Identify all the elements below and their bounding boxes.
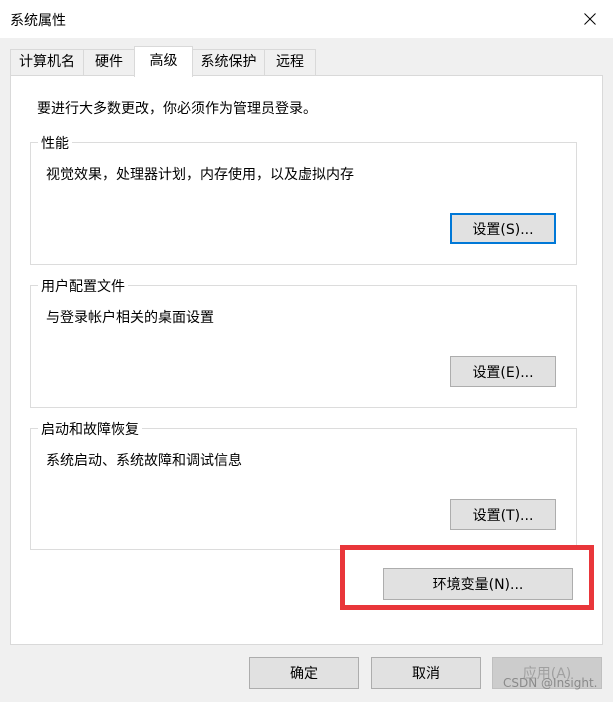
user-profiles-group-title: 用户配置文件 <box>38 276 128 296</box>
tab-computer-name[interactable]: 计算机名 <box>10 49 84 75</box>
startup-recovery-settings-button[interactable]: 设置(T)... <box>450 499 556 530</box>
highlight-annotation <box>340 545 594 610</box>
window-title: 系统属性 <box>10 13 66 29</box>
close-icon <box>584 13 596 25</box>
admin-notice: 要进行大多数更改，你必须作为管理员登录。 <box>37 101 317 117</box>
startup-recovery-description: 系统启动、系统故障和调试信息 <box>46 453 242 469</box>
performance-settings-button[interactable]: 设置(S)... <box>450 213 556 244</box>
close-button[interactable] <box>567 0 613 38</box>
watermark: CSDN @Insight. <box>503 676 598 690</box>
system-properties-window: 系统属性 计算机名 硬件 远程 系统保护 高级 要进行大多数更改，你必须作为管理… <box>0 0 613 702</box>
ok-button[interactable]: 确定 <box>249 657 359 689</box>
user-profiles-group <box>30 285 577 408</box>
tab-hardware[interactable]: 硬件 <box>83 49 135 75</box>
title-bar: 系统属性 <box>0 0 613 38</box>
tab-remote[interactable]: 远程 <box>264 49 316 75</box>
tab-system-protection[interactable]: 系统保护 <box>192 49 265 75</box>
tab-advanced[interactable]: 高级 <box>134 46 193 77</box>
user-profiles-settings-button[interactable]: 设置(E)... <box>450 356 556 387</box>
performance-description: 视觉效果，处理器计划，内存使用，以及虚拟内存 <box>46 167 354 183</box>
cancel-button[interactable]: 取消 <box>371 657 481 689</box>
startup-recovery-group <box>30 428 577 550</box>
user-profiles-description: 与登录帐户相关的桌面设置 <box>46 310 214 326</box>
startup-recovery-group-title: 启动和故障恢复 <box>38 419 142 439</box>
performance-group <box>30 142 577 265</box>
performance-group-title: 性能 <box>38 133 72 153</box>
